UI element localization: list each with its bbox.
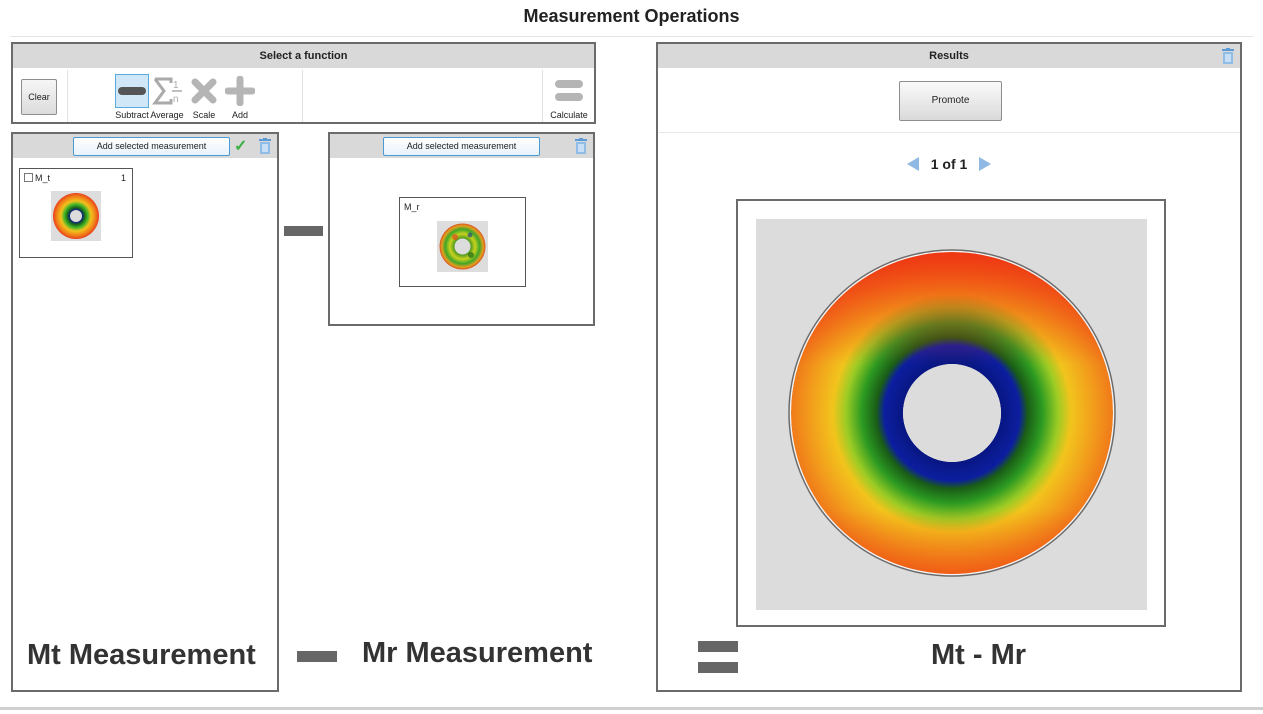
mr-caption: Mr Measurement: [362, 637, 593, 669]
equals-operator-icon: [698, 662, 738, 673]
mt-add-selected-button[interactable]: Add selected measurement: [73, 137, 230, 156]
pager-total: 1: [959, 156, 968, 172]
toolbar-divider: [542, 70, 543, 122]
minus-operator-icon: [297, 651, 337, 662]
subtract-label: Subtract: [115, 110, 149, 120]
toolbar-divider: [67, 70, 68, 122]
trash-icon[interactable]: [1221, 48, 1235, 64]
select-checkbox[interactable]: [24, 173, 33, 182]
result-image: [756, 219, 1147, 610]
checkmark-icon: ✓: [234, 138, 248, 155]
mr-measurement-box: Add selected measurement M_r: [328, 132, 595, 326]
add-label: Add: [231, 110, 248, 120]
function-panel: Select a function Clear Subtract 1 n Ave…: [11, 42, 596, 124]
svg-text:1: 1: [173, 80, 179, 91]
toolbar-divider: [302, 70, 303, 122]
result-image-frame: [736, 199, 1166, 627]
mt-thumbnail-image: [51, 191, 101, 241]
title-divider: [10, 36, 1253, 37]
sigma-average-icon: 1 n: [150, 74, 184, 108]
multiply-icon: [187, 74, 221, 108]
next-page-arrow-icon[interactable]: [979, 157, 992, 171]
clear-button[interactable]: Clear: [21, 79, 57, 115]
trash-icon[interactable]: [574, 138, 588, 154]
svg-text:n: n: [173, 94, 179, 105]
scale-function-button[interactable]: Scale: [184, 74, 224, 120]
previous-page-arrow-icon[interactable]: [906, 157, 919, 171]
pager-of: of: [942, 156, 956, 172]
results-header: Results: [658, 44, 1240, 68]
function-panel-header: Select a function: [13, 44, 594, 68]
thumbnail-name: M_t: [35, 173, 51, 183]
equals-icon: [552, 74, 586, 108]
page-title: Measurement Operations: [523, 6, 740, 26]
plus-icon: [223, 74, 257, 108]
average-function-button[interactable]: 1 n Average: [147, 74, 187, 120]
measurement-thumbnail-mr[interactable]: M_r: [399, 197, 526, 287]
mr-thumbnail-image: [437, 221, 488, 272]
add-function-button[interactable]: Add: [220, 74, 260, 120]
mt-caption: Mt Measurement: [27, 639, 256, 671]
calculate-label: Calculate: [550, 110, 588, 120]
subtract-function-button[interactable]: Subtract: [112, 74, 152, 120]
thumbnail-name: M_r: [404, 202, 420, 212]
minus-icon: [115, 74, 149, 108]
result-caption: Mt - Mr: [931, 639, 1027, 671]
trash-icon[interactable]: [258, 138, 272, 154]
pager: 1 of 1: [658, 156, 1240, 172]
equals-operator-icon: [698, 641, 738, 652]
scale-label: Scale: [192, 110, 216, 120]
bottom-divider: [0, 707, 1263, 710]
mr-add-selected-button[interactable]: Add selected measurement: [383, 137, 540, 156]
results-divider: [658, 132, 1240, 133]
mt-measurement-box: Add selected measurement ✓ M_t 1 Mt Meas…: [11, 132, 279, 692]
minus-operator-icon: [284, 226, 323, 236]
average-label: Average: [150, 110, 184, 120]
measurement-thumbnail-mt[interactable]: M_t 1: [19, 168, 133, 258]
results-panel: Results Promote 1 of 1 Mt - Mr: [656, 42, 1242, 692]
thumbnail-count: 1: [120, 173, 126, 183]
calculate-button[interactable]: Calculate: [549, 74, 589, 120]
pager-current: 1: [930, 156, 939, 172]
promote-button[interactable]: Promote: [899, 81, 1002, 121]
